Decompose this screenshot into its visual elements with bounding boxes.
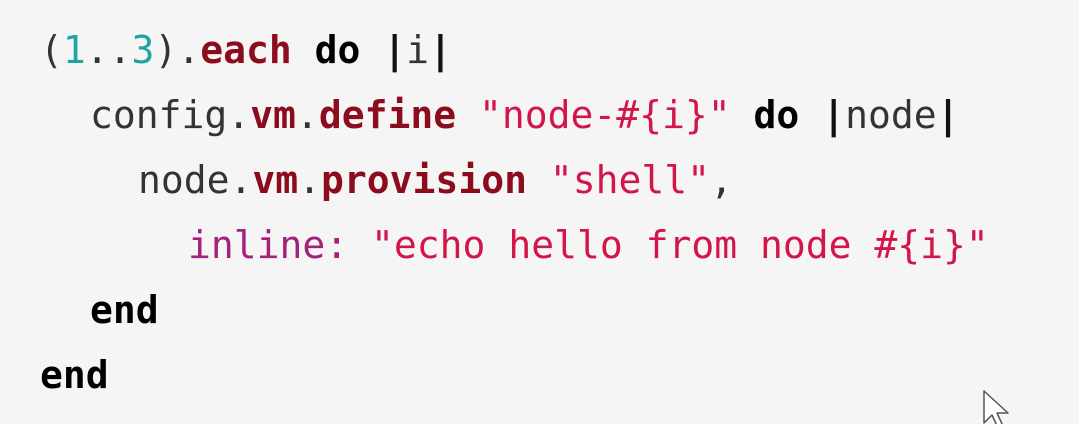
code-token: provision	[321, 158, 527, 202]
code-line-4: inline: "echo hello from node #{i}"	[40, 213, 1079, 278]
code-token: node.	[138, 158, 253, 202]
code-line-6: end	[40, 343, 1079, 408]
code-token: .	[295, 93, 319, 137]
code-token: do	[314, 28, 361, 72]
code-token: i	[406, 28, 430, 72]
code-token: node	[845, 93, 937, 137]
code-block: (1..3).each do |i| config.vm.define "nod…	[0, 0, 1079, 424]
code-token: |	[429, 28, 452, 72]
code-token: |	[936, 93, 960, 137]
code-token: each	[200, 28, 292, 72]
code-token: "shell"	[549, 158, 710, 202]
code-token: end	[90, 288, 159, 332]
code-token: |	[383, 28, 407, 72]
code-line-2: config.vm.define "node-#{i}" do |node|	[40, 83, 1079, 148]
code-token: ).	[154, 28, 201, 72]
code-token: ,	[710, 158, 733, 202]
code-token: vm	[252, 158, 299, 202]
code-token: (	[40, 28, 63, 72]
code-token: config.	[90, 93, 251, 137]
code-token: 1	[62, 28, 86, 72]
code-line-5: end	[40, 278, 1079, 343]
code-token: |	[822, 93, 846, 137]
code-token: .	[298, 158, 322, 202]
code-line-3: node.vm.provision "shell",	[40, 148, 1079, 213]
code-token: end	[40, 353, 109, 397]
code-token: do	[753, 93, 800, 137]
mouse-pointer-icon	[983, 390, 1009, 424]
code-line-1: (1..3).each do |i|	[40, 18, 1079, 83]
code-token: vm	[250, 93, 296, 137]
code-token: define	[318, 93, 457, 137]
code-token: ..	[85, 28, 132, 72]
code-token: "node-#{i}"	[478, 93, 731, 137]
code-token: inline:	[188, 223, 349, 267]
code-token: "echo hello from node #{i}"	[371, 223, 989, 267]
code-token: 3	[131, 28, 155, 72]
